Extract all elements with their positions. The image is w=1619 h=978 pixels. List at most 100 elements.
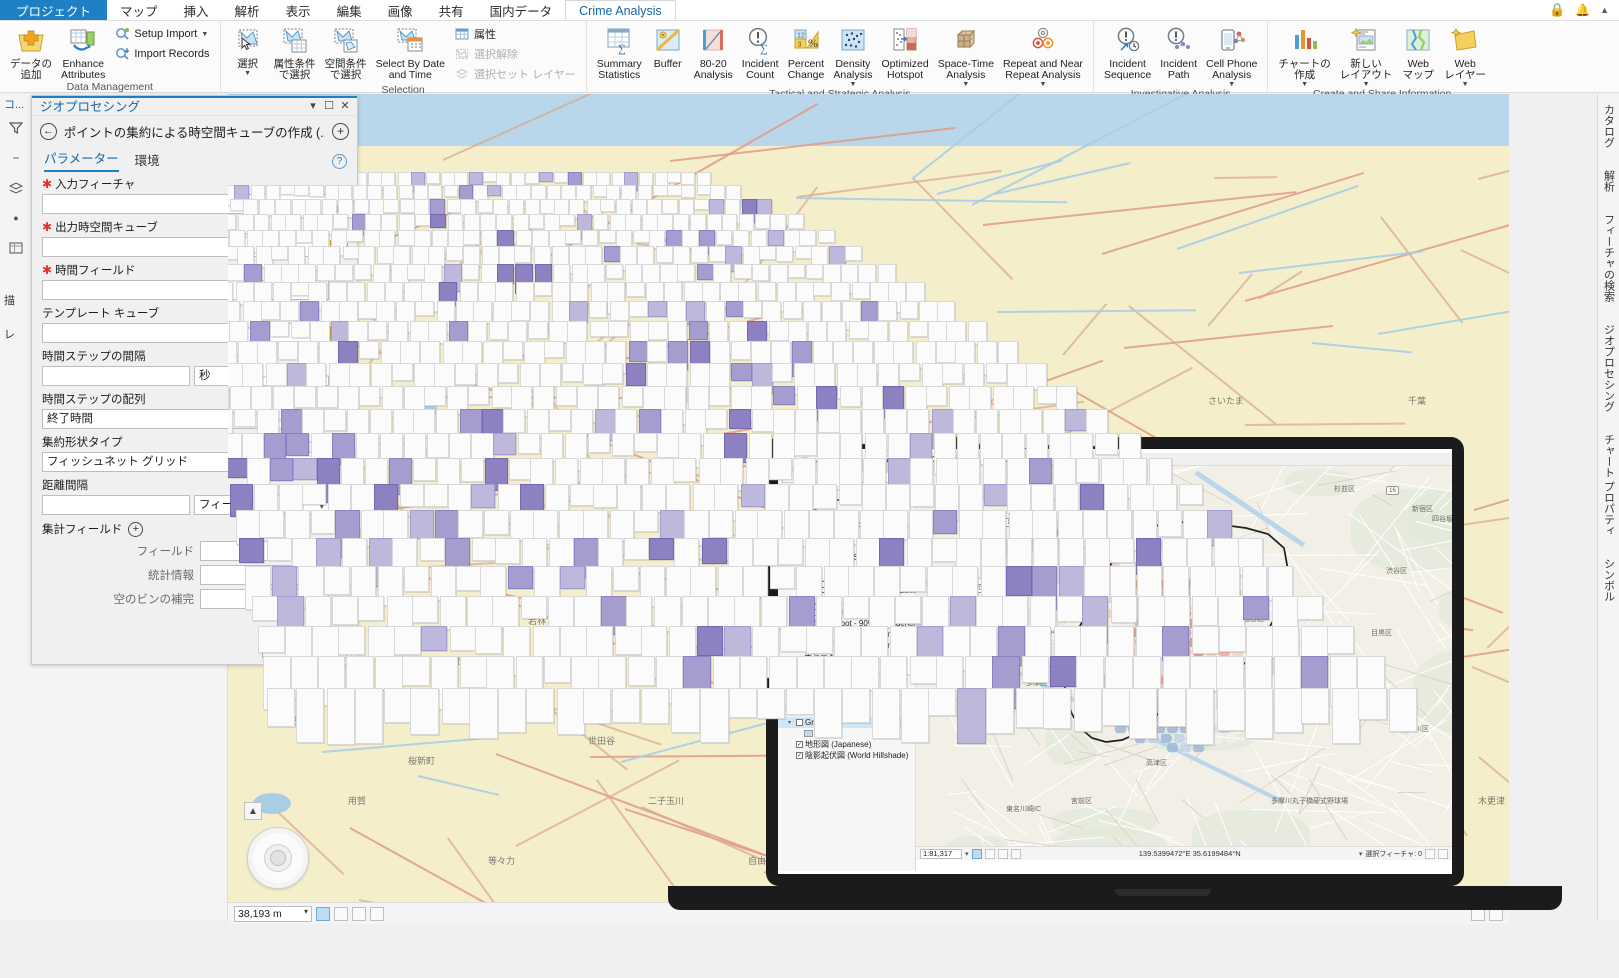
chevron-down-icon[interactable]: ▼ (1039, 81, 1046, 88)
dropdown-icon[interactable]: ▾ (965, 850, 969, 858)
chevron-down-icon[interactable]: ▼ (849, 81, 856, 88)
contents-tree-item[interactable]: ✓地形図 (Japanese) (778, 739, 915, 750)
eighty-twenty-analysis-button[interactable]: 80-20 Analysis (690, 23, 737, 81)
dock-item-symbology[interactable]: シンボル (1601, 558, 1617, 602)
layer-checkbox[interactable]: ✓ (796, 741, 803, 748)
select-by-attribute-button[interactable]: 属性条件 で選択 (270, 23, 320, 81)
web-layer-button[interactable]: Web レイヤー ▼ (1440, 23, 1490, 88)
coordinate-dropdown-icon[interactable]: ▾ (1359, 850, 1363, 858)
tab-label: プロジェクト (16, 1, 91, 20)
tab-label: 編集 (337, 1, 362, 20)
setup-import-button[interactable]: Setup Import ▼ (110, 24, 213, 44)
optimized-hotspot-button[interactable]: Optimized Hotspot (877, 23, 932, 81)
close-icon[interactable]: ✕ (337, 98, 353, 114)
maximize-icon[interactable]: ☐ (321, 98, 337, 114)
selection-layer-button[interactable]: 選択セット レイヤー (450, 64, 580, 84)
tab-imagery[interactable]: 画像 (375, 0, 426, 20)
measure-icon[interactable] (334, 907, 348, 921)
expander-icon[interactable]: ▾ (788, 719, 794, 726)
dock-item-chart-properties[interactable]: チャート プロパティ (1601, 434, 1617, 536)
inset-scale-input[interactable]: 1:81,317 (920, 849, 962, 859)
sync-icon[interactable] (1011, 849, 1021, 859)
map-expand-button[interactable]: ▲ (244, 802, 262, 820)
select-button[interactable]: 選択 ▼ (227, 23, 269, 77)
basemap-icon[interactable] (972, 849, 982, 859)
plus-circle-icon[interactable]: + (128, 522, 143, 537)
required-asterisk-icon: ✱ (42, 180, 52, 188)
chevron-down-icon[interactable]: ▼ (1228, 81, 1235, 88)
tab-label: 共有 (439, 1, 464, 20)
table-icon[interactable] (8, 240, 24, 256)
repeat-near-repeat-button[interactable]: Repeat and Near Repeat Analysis ▼ (999, 23, 1087, 88)
distance-interval-input[interactable] (42, 495, 190, 515)
attributes-button[interactable]: 属性 (450, 24, 580, 44)
filter-icon[interactable] (8, 120, 24, 136)
layer-checkbox[interactable] (796, 719, 803, 726)
dock-item-find-features[interactable]: フィーチャの検索 (1601, 214, 1617, 302)
chevron-down-icon[interactable]: ▼ (244, 70, 251, 77)
minus-icon[interactable]: − (8, 150, 24, 166)
incident-count-button[interactable]: ∑ Incident Count (738, 23, 783, 81)
select-by-location-button[interactable]: 空間条件 で選択 (321, 23, 371, 81)
tab-analysis[interactable]: 解析 (222, 0, 273, 20)
tab-environments[interactable]: 環境 (135, 150, 160, 172)
dock-item-geoprocessing[interactable]: ジオプロセシング (1601, 324, 1617, 412)
contents-tree-item[interactable]: ✓陰影起伏図 (World Hillshade) (778, 750, 915, 761)
navigator-center[interactable] (270, 850, 286, 866)
tab-domestic-data[interactable]: 国内データ (477, 0, 566, 20)
tab-parameters[interactable]: パラメーター (44, 148, 119, 172)
percent-change-button[interactable]: 123% Percent Change (784, 23, 829, 81)
lock-icon[interactable]: 🔒 (1549, 2, 1565, 18)
tab-map[interactable]: マップ (107, 0, 171, 20)
tab-crime-analysis[interactable]: Crime Analysis (565, 0, 676, 20)
add-data-button[interactable]: データの 追加 (6, 23, 56, 81)
chevron-down-icon[interactable]: ▼ (1462, 81, 1469, 88)
measure-icon[interactable] (985, 849, 995, 859)
summary-statistics-button[interactable]: ∑ Summary Statistics (593, 23, 646, 81)
sync-icon[interactable] (370, 907, 384, 921)
buffer-button[interactable]: Buffer (647, 23, 689, 70)
chevron-down-icon[interactable]: ▼ (962, 81, 969, 88)
refresh-icon[interactable] (1438, 849, 1448, 859)
enhance-attributes-button[interactable]: Enhance Attributes (57, 23, 109, 81)
layers-icon[interactable] (8, 180, 24, 196)
menu-chevron-icon[interactable]: ▾ (305, 98, 321, 114)
point-icon[interactable]: ● (8, 210, 24, 226)
collapse-ribbon-icon[interactable]: ▲ (1600, 5, 1609, 15)
create-chart-button[interactable]: チャートの 作成 ▼ (1274, 23, 1334, 88)
help-icon[interactable]: ? (332, 154, 347, 169)
time-step-interval-input[interactable] (42, 366, 190, 386)
space-time-analysis-button[interactable]: Space-Time Analysis ▼ (934, 23, 998, 88)
pause-icon[interactable] (1425, 849, 1435, 859)
new-layout-button[interactable]: 新しい レイアウト ▼ (1336, 23, 1397, 88)
dock-item-analysis[interactable]: 解析 (1601, 170, 1617, 192)
table-icon[interactable] (998, 849, 1008, 859)
chevron-down-icon[interactable]: ▼ (201, 31, 208, 38)
incident-path-button[interactable]: Incident Path (1156, 23, 1201, 81)
scale-input[interactable]: 38,193 m (234, 906, 312, 922)
tab-insert[interactable]: 挿入 (171, 0, 222, 20)
tab-edit[interactable]: 編集 (324, 0, 375, 20)
layer-checkbox[interactable]: ✓ (796, 752, 803, 759)
tab-share[interactable]: 共有 (426, 0, 477, 20)
chevron-down-icon[interactable]: ▼ (1363, 81, 1370, 88)
tab-project[interactable]: プロジェクト (0, 0, 107, 20)
select-by-date-time-button[interactable]: Select By Date and Time (372, 23, 449, 81)
back-arrow-icon[interactable]: ← (40, 123, 57, 140)
selected-features-icon[interactable] (316, 907, 330, 921)
plus-circle-icon[interactable]: + (332, 123, 349, 140)
geoprocessing-title-bar: ジオプロセシング ▾ ☐ ✕ (32, 96, 357, 116)
density-analysis-button[interactable]: Density Analysis ▼ (829, 23, 876, 88)
clear-selection-button[interactable]: 選択解除 (450, 44, 580, 64)
web-map-button[interactable]: Web マップ (1397, 23, 1439, 81)
import-records-button[interactable]: Import Records (110, 44, 213, 64)
select-by-attribute-label: 属性条件 で選択 (274, 59, 316, 81)
table-icon[interactable] (352, 907, 366, 921)
dock-item-catalog[interactable]: カタログ (1601, 104, 1617, 148)
bell-icon[interactable]: 🔔 (1575, 3, 1590, 17)
cell-phone-analysis-button[interactable]: Cell Phone Analysis ▼ (1202, 23, 1261, 88)
chevron-down-icon[interactable]: ▼ (1301, 81, 1308, 88)
navigator-control[interactable] (248, 828, 308, 888)
tab-view[interactable]: 表示 (273, 0, 324, 20)
incident-sequence-button[interactable]: Incident Sequence (1100, 23, 1155, 81)
